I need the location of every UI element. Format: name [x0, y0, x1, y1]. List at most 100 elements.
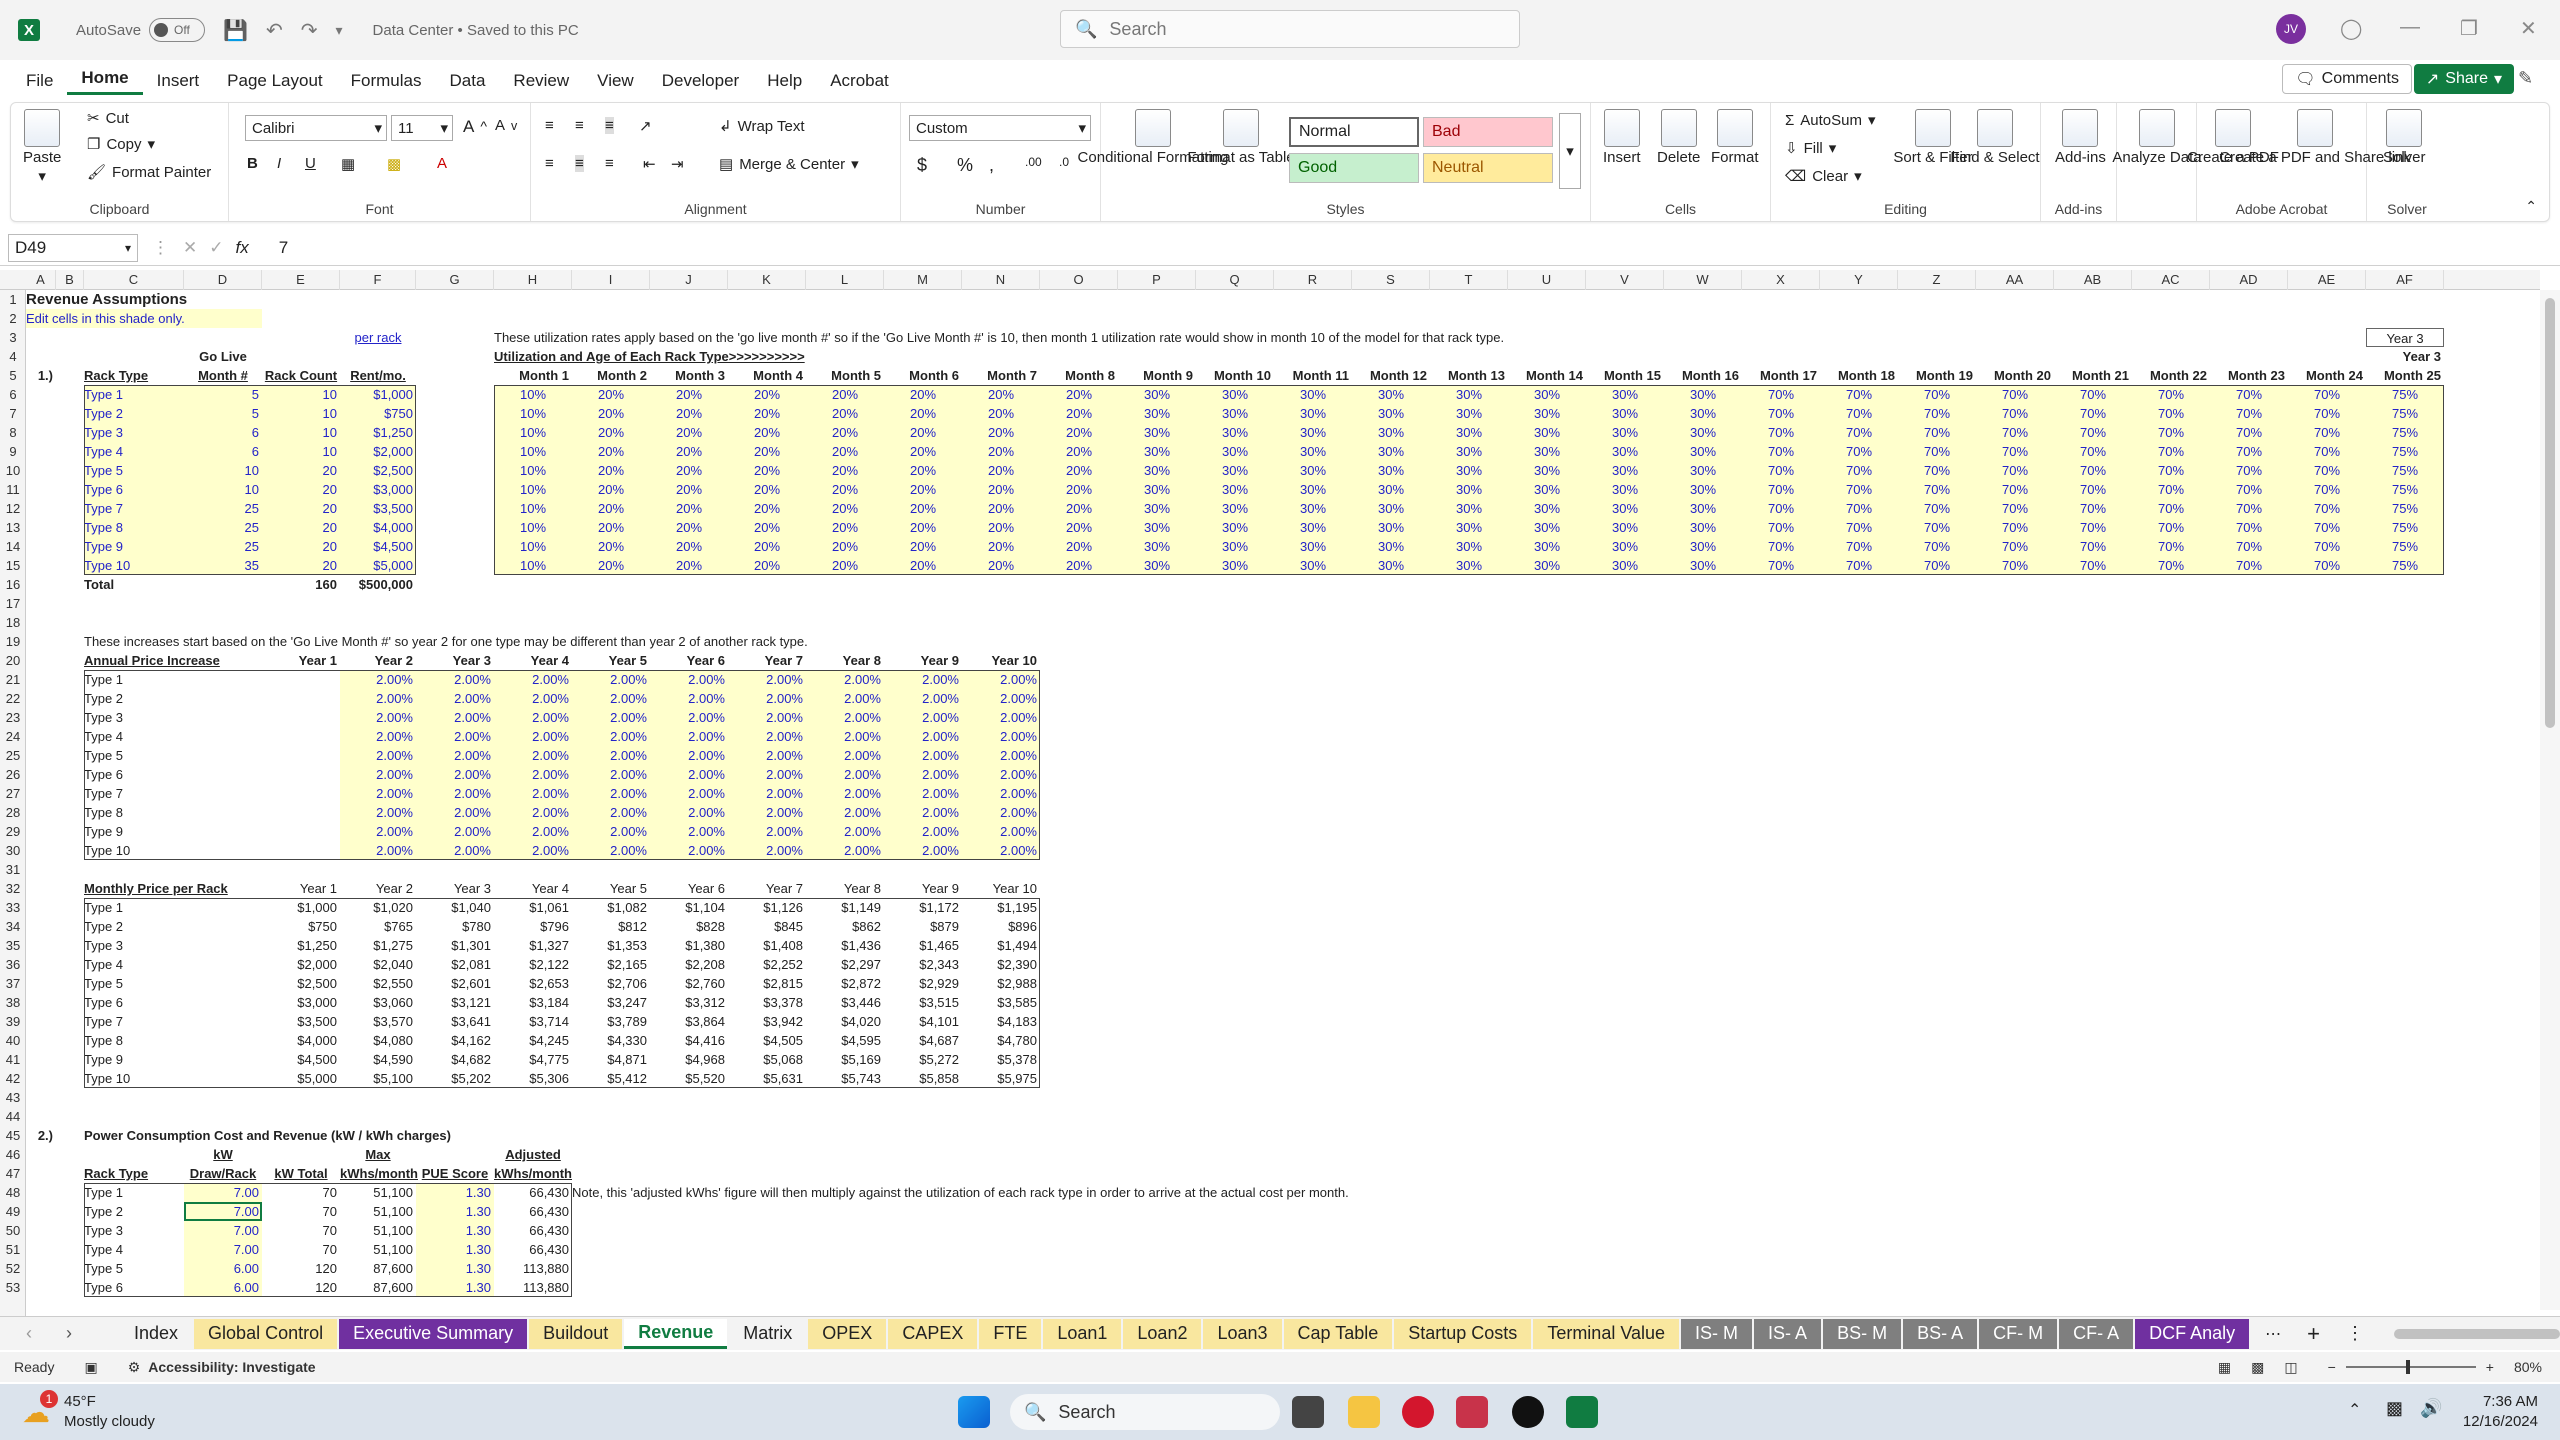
mpr-cell[interactable]: $4,020 [806, 1012, 884, 1031]
utilization-cell[interactable]: 30% [1430, 499, 1508, 518]
mpr-cell[interactable]: $3,515 [884, 993, 962, 1012]
row-header[interactable]: 36 [0, 955, 26, 974]
sheet-tab-terminal-value[interactable]: Terminal Value [1533, 1318, 1680, 1349]
utilization-cell[interactable]: 70% [2132, 385, 2210, 404]
mpr-cell[interactable]: $765 [340, 917, 416, 936]
utilization-cell[interactable]: 30% [1430, 537, 1508, 556]
row-header[interactable]: 50 [0, 1221, 26, 1240]
utilization-cell[interactable]: 30% [1664, 461, 1742, 480]
mpr-cell[interactable]: $2,252 [728, 955, 806, 974]
year-header[interactable]: Year 8 [806, 879, 884, 898]
mpr-cell[interactable]: $3,446 [806, 993, 884, 1012]
undo-icon[interactable]: ↶ [266, 18, 283, 43]
year-header[interactable]: Year 3 [416, 651, 494, 670]
utilization-cell[interactable]: 20% [962, 461, 1040, 480]
mpr-cell[interactable]: $2,988 [962, 974, 1040, 993]
utilization-cell[interactable]: 30% [1274, 385, 1352, 404]
mpr-cell[interactable]: $1,040 [416, 898, 494, 917]
utilization-cell[interactable]: 70% [2288, 518, 2366, 537]
mpr-cell[interactable]: $1,250 [262, 936, 340, 955]
utilization-cell[interactable]: 70% [2132, 537, 2210, 556]
price-increase-cell[interactable]: 2.00% [728, 822, 806, 841]
mpr-cell[interactable]: $2,208 [650, 955, 728, 974]
price-increase-cell[interactable]: 2.00% [340, 746, 416, 765]
mpr-cell[interactable]: $845 [728, 917, 806, 936]
month-header[interactable]: Month 22 [2132, 366, 2210, 385]
windows-start-icon[interactable] [958, 1396, 990, 1428]
adjusted-header[interactable]: Adjusted [494, 1145, 572, 1164]
utilization-cell[interactable]: 70% [2210, 385, 2288, 404]
utilization-cell[interactable]: 30% [1118, 556, 1196, 575]
row-header[interactable]: 39 [0, 1012, 26, 1031]
kw-total-cell[interactable]: 70 [262, 1240, 340, 1259]
mpr-cell[interactable]: $1,126 [728, 898, 806, 917]
price-type-cell[interactable]: Type 6 [84, 765, 184, 784]
italic-button[interactable]: I [277, 155, 281, 172]
price-increase-cell[interactable]: 2.00% [806, 822, 884, 841]
utilization-cell[interactable]: 20% [650, 461, 728, 480]
utilization-cell[interactable]: 70% [2054, 556, 2132, 575]
row-header[interactable]: 19 [0, 632, 26, 651]
utilization-cell[interactable]: 10% [494, 518, 572, 537]
max-kwh-cell[interactable]: 51,100 [340, 1202, 416, 1221]
price-increase-cell[interactable]: 2.00% [884, 841, 962, 860]
column-header-aa[interactable]: AA [1976, 270, 2054, 290]
price-increase-cell[interactable]: 2.00% [962, 841, 1040, 860]
price-increase-cell[interactable]: 2.00% [650, 708, 728, 727]
utilization-cell[interactable]: 20% [728, 404, 806, 423]
rack-type-header[interactable]: Rack Type [84, 366, 184, 385]
adjusted-kwh-cell[interactable]: 66,430 [494, 1221, 572, 1240]
mpr-cell[interactable]: $4,000 [262, 1031, 340, 1050]
utilization-cell[interactable]: 20% [806, 556, 884, 575]
column-header-af[interactable]: AF [2366, 270, 2444, 290]
utilization-cell[interactable]: 30% [1664, 537, 1742, 556]
rent-cell[interactable]: $2,000 [340, 442, 416, 461]
mpr-cell[interactable]: $1,436 [806, 936, 884, 955]
month-header[interactable]: Month 3 [650, 366, 728, 385]
utilization-cell[interactable]: 10% [494, 442, 572, 461]
sheet-tab-fte[interactable]: FTE [979, 1318, 1042, 1349]
utilization-cell[interactable]: 20% [884, 518, 962, 537]
search-input[interactable]: 🔍 Search [1060, 10, 1520, 48]
utilization-cell[interactable]: 30% [1664, 518, 1742, 537]
rent-cell[interactable]: $3,500 [340, 499, 416, 518]
row-header[interactable]: 24 [0, 727, 26, 746]
sheet-tab-matrix[interactable]: Matrix [729, 1319, 806, 1349]
month-header[interactable]: Month 1 [494, 366, 572, 385]
row-header[interactable]: 13 [0, 518, 26, 537]
month-header[interactable]: Month 5 [806, 366, 884, 385]
utilization-cell[interactable]: 30% [1664, 442, 1742, 461]
price-increase-cell[interactable]: 2.00% [494, 746, 572, 765]
utilization-cell[interactable]: 70% [1742, 423, 1820, 442]
price-increase-cell[interactable]: 2.00% [728, 803, 806, 822]
utilization-cell[interactable]: 30% [1430, 461, 1508, 480]
mpr-cell[interactable]: $1,000 [262, 898, 340, 917]
month-header[interactable]: Month 15 [1586, 366, 1664, 385]
price-increase-cell[interactable]: 2.00% [962, 822, 1040, 841]
price-increase-cell[interactable]: 2.00% [884, 822, 962, 841]
rack-count-header[interactable]: Rack Count [262, 366, 340, 385]
function-icon[interactable]: fx [236, 238, 249, 258]
utilization-cell[interactable]: 20% [728, 423, 806, 442]
mpr-cell[interactable]: $896 [962, 917, 1040, 936]
utilization-cell[interactable]: 30% [1274, 499, 1352, 518]
utilization-cell[interactable]: 30% [1196, 537, 1274, 556]
year-header[interactable]: Year 2 [340, 879, 416, 898]
mpr-cell[interactable]: $3,585 [962, 993, 1040, 1012]
utilization-cell[interactable]: 70% [1742, 537, 1820, 556]
power-type-cell[interactable]: Type 6 [84, 1278, 184, 1297]
price-increase-cell[interactable]: 2.00% [962, 708, 1040, 727]
utilization-cell[interactable]: 20% [650, 480, 728, 499]
sheet-tab-opex[interactable]: OPEX [808, 1318, 887, 1349]
power-type-cell[interactable]: Type 2 [84, 1202, 184, 1221]
zoom-out-icon[interactable]: − [2328, 1359, 2336, 1375]
utilization-cell[interactable]: 70% [1820, 556, 1898, 575]
mpr-cell[interactable]: $3,000 [262, 993, 340, 1012]
mpr-cell[interactable]: $1,494 [962, 936, 1040, 955]
column-header-h[interactable]: H [494, 270, 572, 290]
utilization-cell[interactable]: 70% [2132, 461, 2210, 480]
utilization-cell[interactable]: 20% [884, 556, 962, 575]
percent-icon[interactable]: % [957, 155, 973, 176]
max-kwh-cell[interactable]: 87,600 [340, 1259, 416, 1278]
row-header[interactable]: 33 [0, 898, 26, 917]
